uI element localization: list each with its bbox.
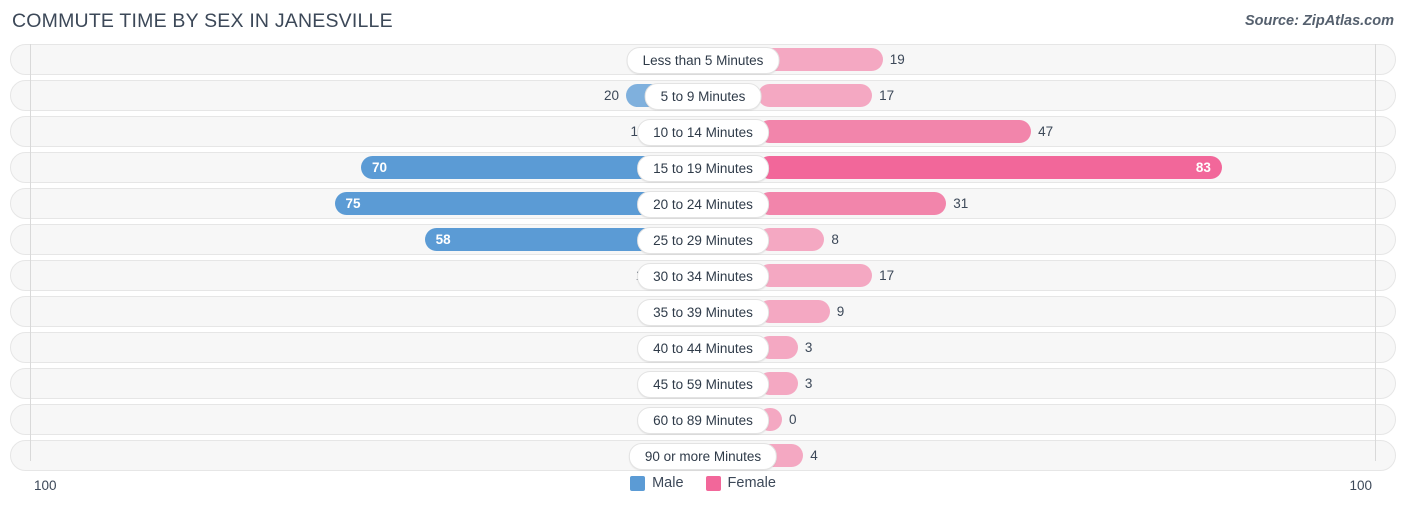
category-label-pill: 20 to 24 Minutes: [637, 191, 769, 218]
category-label: 30 to 34 Minutes: [653, 268, 753, 284]
bar-value-female: 3: [804, 340, 813, 355]
bar-female[interactable]: [758, 84, 873, 107]
category-label-pill: 60 to 89 Minutes: [637, 407, 769, 434]
category-label-pill: 5 to 9 Minutes: [644, 83, 762, 110]
bar-value-female: 3: [804, 376, 813, 391]
category-label: 40 to 44 Minutes: [653, 340, 753, 356]
category-label: 45 to 59 Minutes: [653, 376, 753, 392]
table-row[interactable]: 20 17 5 to 9 Minutes: [10, 80, 1396, 111]
legend-label: Female: [727, 475, 776, 492]
table-row[interactable]: 141730 to 34 Minutes: [10, 260, 1396, 291]
row-content: 3345 to 59 Minutes: [11, 369, 1395, 398]
row-content: 20 17 5 to 9 Minutes: [11, 81, 1395, 110]
bar-female[interactable]: [758, 264, 873, 287]
bar-value-female: 8: [831, 232, 839, 247]
row-content: 8 58 25 to 29 Minutes: [11, 225, 1395, 254]
bar-value-male: 20: [603, 88, 619, 103]
table-row[interactable]: 819Less than 5 Minutes: [10, 44, 1396, 75]
bar-value-female: 83: [1195, 159, 1211, 175]
row-content: 0935 to 39 Minutes: [11, 297, 1395, 326]
page-title: COMMUTE TIME BY SEX IN JANESVILLE: [12, 10, 393, 32]
category-label: 35 to 39 Minutes: [653, 304, 753, 320]
category-label-pill: 45 to 59 Minutes: [637, 371, 769, 398]
table-row[interactable]: 31 75 20 to 24 Minutes: [10, 188, 1396, 219]
table-row[interactable]: 12490 or more Minutes: [10, 440, 1396, 471]
legend-swatch-icon: [705, 476, 721, 491]
category-label: 10 to 14 Minutes: [653, 124, 753, 140]
table-row[interactable]: 7340 to 44 Minutes: [10, 332, 1396, 363]
category-label-pill: 15 to 19 Minutes: [637, 155, 769, 182]
category-label: Less than 5 Minutes: [642, 52, 764, 68]
table-row[interactable]: 70 83 15 to 19 Minutes: [10, 152, 1396, 183]
row-content: 12490 or more Minutes: [11, 441, 1395, 470]
category-label: 90 or more Minutes: [644, 448, 762, 464]
bar-value-female: 4: [810, 448, 818, 463]
category-label: 60 to 89 Minutes: [653, 412, 753, 428]
bar-value-female: 17: [879, 88, 895, 103]
chart-plot-area: 8 19 Less than 5 Minutes 20 17 5 to 9 Minutes…: [10, 44, 1396, 474]
bar-value-male: 58: [435, 231, 451, 247]
bar-female[interactable]: [758, 120, 1032, 143]
bar-value-female: 17: [879, 268, 895, 283]
bar-female[interactable]: [758, 192, 947, 215]
table-row[interactable]: 3345 to 59 Minutes: [10, 368, 1396, 399]
category-label-pill: Less than 5 Minutes: [626, 47, 780, 74]
category-label: 25 to 29 Minutes: [653, 232, 753, 248]
bar-female[interactable]: 83: [758, 156, 1222, 179]
bar-value-female: 19: [889, 52, 905, 67]
category-label-pill: 40 to 44 Minutes: [637, 335, 769, 362]
bar-value-female: 31: [953, 196, 969, 211]
legend-item-male[interactable]: Male: [630, 475, 684, 492]
axis-line-right: [1375, 44, 1376, 461]
bar-value-female: 0: [789, 412, 797, 427]
chart-footer: 100 100 Male Female: [10, 474, 1396, 514]
row-content: 31 75 20 to 24 Minutes: [11, 189, 1395, 218]
category-label-pill: 30 to 34 Minutes: [637, 263, 769, 290]
legend-swatch-icon: [630, 476, 646, 491]
category-label-pill: 25 to 29 Minutes: [637, 227, 769, 254]
category-label: 5 to 9 Minutes: [660, 88, 746, 104]
row-content: 7340 to 44 Minutes: [11, 333, 1395, 362]
table-row[interactable]: 0060 to 89 Minutes: [10, 404, 1396, 435]
category-label-pill: 10 to 14 Minutes: [637, 119, 769, 146]
chart-header: COMMUTE TIME BY SEX IN JANESVILLE Source…: [0, 0, 1406, 44]
table-row[interactable]: 0935 to 39 Minutes: [10, 296, 1396, 327]
row-content: 70 83 15 to 19 Minutes: [11, 153, 1395, 182]
bar-value-male: 75: [345, 195, 361, 211]
bar-rows: 8 19 Less than 5 Minutes 20 17 5 to 9 Minutes…: [10, 44, 1396, 471]
bar-value-male: 70: [372, 159, 388, 175]
chart-legend: Male Female: [10, 476, 1396, 491]
row-content: 0060 to 89 Minutes: [11, 405, 1395, 434]
category-label: 15 to 19 Minutes: [653, 160, 753, 176]
table-row[interactable]: 154710 to 14 Minutes: [10, 116, 1396, 147]
category-label-pill: 35 to 39 Minutes: [637, 299, 769, 326]
bar-value-female: 47: [1038, 124, 1054, 139]
bar-value-female: 9: [836, 304, 845, 319]
row-content: 819Less than 5 Minutes: [11, 45, 1395, 74]
legend-label: Male: [652, 475, 684, 492]
axis-line-left: [30, 44, 31, 461]
row-content: 141730 to 34 Minutes: [11, 261, 1395, 290]
category-label: 20 to 24 Minutes: [653, 196, 753, 212]
category-label-pill: 90 or more Minutes: [628, 443, 778, 470]
row-content: 154710 to 14 Minutes: [11, 117, 1395, 146]
table-row[interactable]: 8 58 25 to 29 Minutes: [10, 224, 1396, 255]
legend-item-female[interactable]: Female: [705, 475, 776, 492]
source-attribution: Source: ZipAtlas.com: [1244, 13, 1394, 29]
